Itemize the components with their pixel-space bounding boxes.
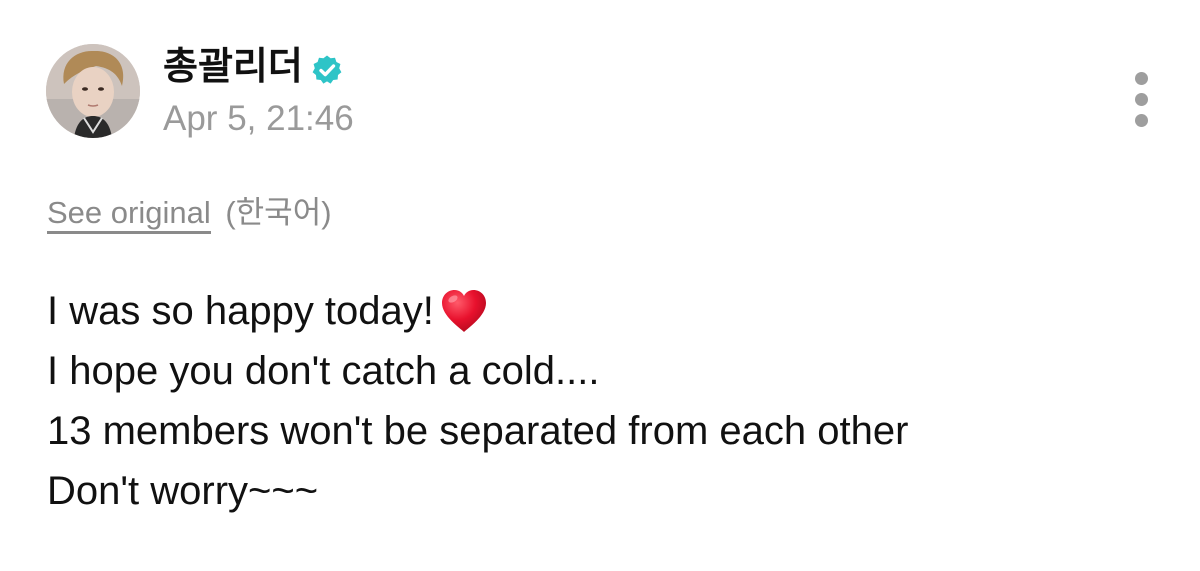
post-timestamp: Apr 5, 21:46 bbox=[163, 99, 354, 138]
post-body-line: I was so happy today! bbox=[47, 281, 1147, 341]
more-options-button[interactable] bbox=[1124, 66, 1160, 132]
author-name-row[interactable]: 총괄리더 bbox=[163, 44, 343, 90]
author-avatar[interactable] bbox=[46, 44, 140, 138]
post-body: I was so happy today! I hope you don't c… bbox=[47, 281, 1147, 521]
vertical-dots-icon bbox=[1135, 114, 1148, 127]
original-language-label: (한국어) bbox=[225, 195, 332, 230]
post-body-line: I hope you don't catch a cold.... bbox=[47, 341, 1147, 401]
heart-icon bbox=[438, 287, 490, 335]
post-body-line: 13 members won't be separated from each … bbox=[47, 401, 1147, 461]
post-body-line-text: I was so happy today! bbox=[47, 289, 434, 333]
post-body-line-text: I hope you don't catch a cold.... bbox=[47, 349, 600, 393]
vertical-dots-icon bbox=[1135, 93, 1148, 106]
see-original-link[interactable]: See original bbox=[47, 195, 211, 234]
vertical-dots-icon bbox=[1135, 72, 1148, 85]
post-body-line-text: 13 members won't be separated from each … bbox=[47, 409, 909, 453]
translation-row: See original (한국어) bbox=[47, 193, 332, 234]
post-body-line-text: Don't worry~~~ bbox=[47, 469, 319, 513]
author-name[interactable]: 총괄리더 bbox=[163, 44, 303, 90]
post-card: 총괄리더 Apr 5, 21:46 See original (한국어) I w… bbox=[0, 0, 1200, 571]
verified-badge-icon bbox=[311, 51, 343, 84]
post-body-line: Don't worry~~~ bbox=[47, 461, 1147, 521]
